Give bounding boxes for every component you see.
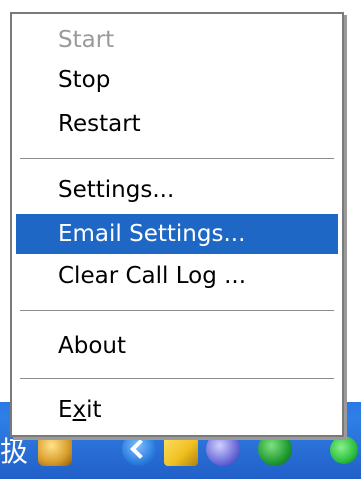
menu-separator — [20, 158, 334, 160]
exit-accelerator-key: x — [72, 397, 87, 423]
menu-item-clear-call-log[interactable]: Clear Call Log ... — [16, 256, 338, 296]
exit-label-prefix: E — [58, 397, 73, 423]
green-status-icon[interactable] — [258, 432, 292, 466]
menu-item-email-settings[interactable]: Email Settings... — [16, 214, 338, 254]
menu-item-settings[interactable]: Settings... — [16, 170, 338, 210]
menu-item-stop[interactable]: Stop — [16, 60, 338, 100]
folder-icon[interactable] — [164, 432, 198, 466]
tray-context-menu: Start Stop Restart Settings... Email Set… — [10, 12, 344, 437]
back-arrow-icon[interactable] — [122, 432, 156, 466]
menu-item-start[interactable]: Start — [16, 20, 338, 60]
green-status-icon-2[interactable] — [330, 436, 358, 464]
menu-separator — [20, 378, 334, 380]
exit-label-suffix: it — [86, 397, 102, 423]
menu-item-restart[interactable]: Restart — [16, 104, 338, 144]
printer-icon[interactable] — [38, 432, 72, 466]
menu-item-exit[interactable]: Exit — [16, 390, 338, 430]
menu-separator — [20, 310, 334, 312]
menu-item-about[interactable]: About — [16, 326, 338, 366]
globe-icon[interactable] — [206, 432, 240, 466]
